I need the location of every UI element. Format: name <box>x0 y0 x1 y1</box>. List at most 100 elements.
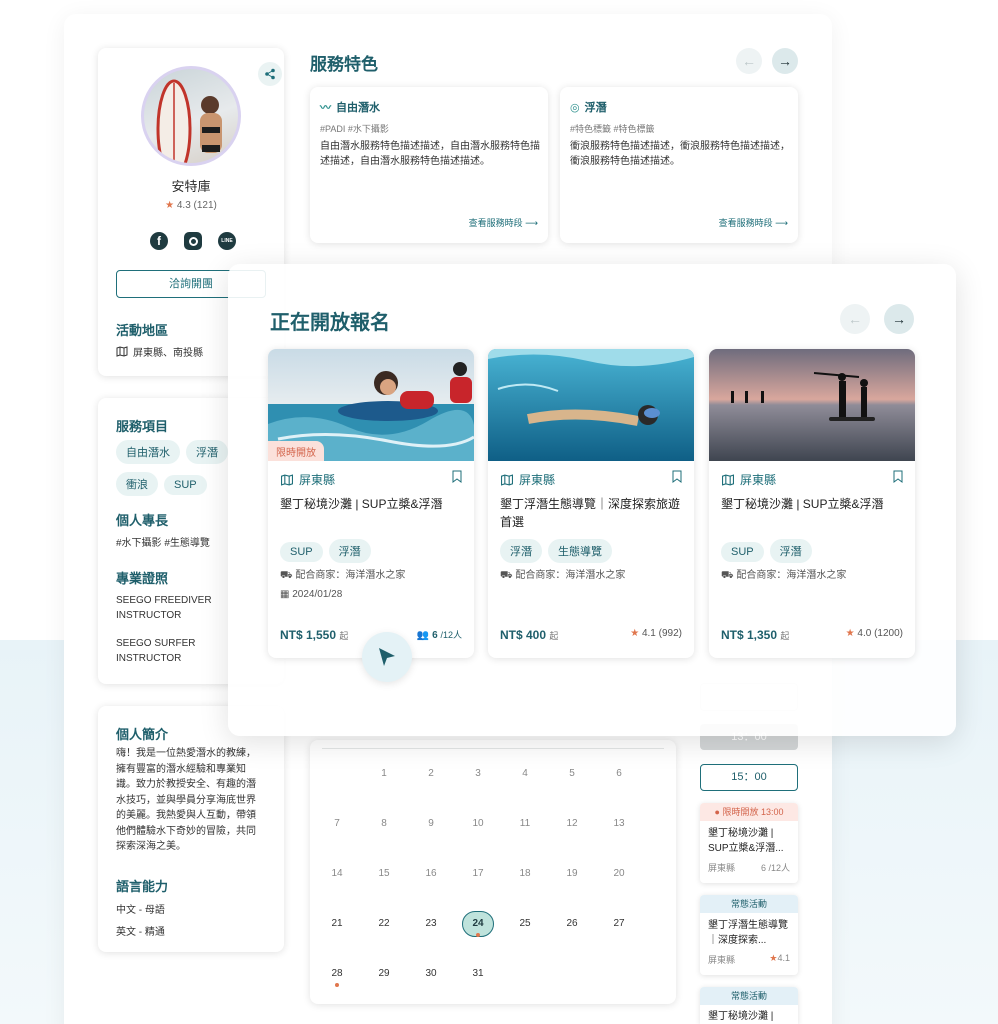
calendar-day[interactable]: 28 <box>322 968 352 979</box>
tour-rating-text: 4.1 (992) <box>641 628 682 639</box>
slot-badge: 常態活動 <box>700 895 798 913</box>
share-button[interactable] <box>258 62 282 86</box>
bookmark-icon[interactable] <box>893 470 903 486</box>
tour-location-text: 屏東縣 <box>519 473 556 487</box>
calendar-day[interactable]: 2 <box>416 768 446 779</box>
calendar-day[interactable]: 20 <box>604 868 634 879</box>
calendar-day[interactable]: 16 <box>416 868 446 879</box>
open-prev-button[interactable]: ← <box>840 304 870 334</box>
calendar-day[interactable]: 18 <box>510 868 540 879</box>
feature-title-text: 自由潛水 <box>336 102 380 114</box>
slot-rating-text: 4.1 <box>777 953 790 963</box>
slot-activity-card[interactable]: ● 限時開放 13:00 墾丁秘境沙灘 | SUP立槳&浮潛... 屏東縣 6 /… <box>700 803 798 883</box>
people-icon: 👥 <box>416 630 430 641</box>
feature-more-link[interactable]: 查看服務時段 ⟶ <box>469 216 538 229</box>
calendar-day[interactable]: 25 <box>510 918 540 929</box>
social-links: f LINE <box>150 232 236 250</box>
calendar-day[interactable]: 9 <box>416 818 446 829</box>
slot-activity-meta: 屏東縣 6 /12人 <box>700 861 798 874</box>
arrow-right-icon: ⟶ <box>775 218 788 228</box>
tour-price: NT$ 1,550 起 <box>280 628 348 642</box>
feature-tags: #PADI #水下攝影 <box>320 124 389 134</box>
calendar-day[interactable]: 14 <box>322 868 352 879</box>
avatar <box>141 66 241 166</box>
facebook-icon[interactable]: f <box>150 232 168 250</box>
slot-activity-card[interactable]: 常態活動 墾丁秘境沙灘 | <box>700 987 798 1024</box>
calendar-day[interactable]: 27 <box>604 918 634 929</box>
tour-chip: 浮潛 <box>769 539 812 563</box>
slot-activity-name: 墾丁秘境沙灘 | SUP立槳&浮潛... <box>708 828 784 854</box>
calendar-day[interactable]: 3 <box>463 768 493 779</box>
service-chip: 衝浪 <box>116 472 158 496</box>
calendar-day[interactable]: 31 <box>463 968 493 979</box>
calendar-day[interactable]: 11 <box>510 818 540 829</box>
tour-date-text: 2024/01/28 <box>292 589 343 600</box>
features-next-button[interactable]: → <box>772 48 798 74</box>
event-dot <box>476 933 480 937</box>
arrow-right-icon: ⟶ <box>525 218 538 228</box>
tour-image <box>709 349 915 461</box>
event-dot <box>335 983 339 987</box>
calendar-day[interactable]: 21 <box>322 918 352 929</box>
feature-more-text: 查看服務時段 <box>718 218 773 228</box>
cert-title: 專業證照 <box>116 571 169 586</box>
star-icon: ★ <box>165 200 175 211</box>
instagram-icon[interactable] <box>184 232 202 250</box>
tour-location: 屏東縣 <box>280 471 335 488</box>
cursor-arrow-icon <box>379 648 395 666</box>
tour-card[interactable]: 限時開放 屏東縣 墾丁秘境沙灘 | SUP立槳&浮潛 SUP 浮潛 ⛟ 配合商家：… <box>268 349 474 658</box>
calendar-day[interactable]: 15 <box>369 868 399 879</box>
time-slot-selected[interactable]: 15：00 <box>700 764 798 791</box>
calendar-day[interactable]: 4 <box>510 768 540 779</box>
calendar-day[interactable]: 30 <box>416 968 446 979</box>
tour-card[interactable]: 屏東縣 墾丁浮潛生態導覽｜深度探索旅遊首選 浮潛 生態導覽 ⛟ 配合商家：海洋潛水… <box>488 349 694 658</box>
slot-location: 屏東縣 <box>708 955 736 965</box>
tour-partner: ⛟ 配合商家：海洋潛水之家 <box>280 566 405 583</box>
cert-item: SEEGO SURFER INSTRUCTOR <box>116 638 196 664</box>
tour-price: NT$ 400 起 <box>500 628 558 642</box>
calendar-day[interactable]: 12 <box>557 818 587 829</box>
open-title: 正在開放報名 <box>270 310 390 334</box>
calendar-day[interactable]: 1 <box>369 768 399 779</box>
line-icon[interactable]: LINE <box>218 232 236 250</box>
service-chip: 自由潛水 <box>116 440 180 464</box>
slot-capacity: 6 /12人 <box>760 863 790 873</box>
calendar-day[interactable]: 23 <box>416 918 446 929</box>
tour-price-value: NT$ 1,550 <box>280 628 337 642</box>
tour-chip: 浮潛 <box>328 539 371 563</box>
truck-icon: ⛟ <box>500 570 513 581</box>
region-value: 屏東縣、南投縣 <box>116 344 203 359</box>
map-icon <box>722 473 734 486</box>
language-title: 語言能力 <box>116 879 169 894</box>
calendar-day[interactable]: 8 <box>369 818 399 829</box>
bookmark-icon[interactable] <box>452 470 462 486</box>
calendar-day[interactable]: 10 <box>463 818 493 829</box>
calendar-day[interactable]: 29 <box>369 968 399 979</box>
calendar-day[interactable]: 19 <box>557 868 587 879</box>
tour-rating: ★ 4.0 (1200) <box>846 628 903 639</box>
star-icon: ★ <box>630 628 640 639</box>
calendar-day[interactable]: 6 <box>604 768 634 779</box>
features-prev-button[interactable]: ← <box>736 48 762 74</box>
calendar-day[interactable]: 13 <box>604 818 634 829</box>
calendar-day[interactable]: 26 <box>557 918 587 929</box>
feature-more-link[interactable]: 查看服務時段 ⟶ <box>719 216 788 229</box>
slot-activity-card[interactable]: 常態活動 墾丁浮潛生態導覽｜深度探索... 屏東縣 ★4.1 <box>700 895 798 975</box>
calendar: 1 2 3 4 5 6 7 8 9 10 11 12 13 14 15 16 17 18 19 20 21 22 23 24 2… <box>310 740 676 1004</box>
calendar-day[interactable]: 7 <box>322 818 352 829</box>
calendar-day[interactable]: 17 <box>463 868 493 879</box>
map-icon <box>116 346 128 357</box>
tour-chip: SUP <box>280 542 323 562</box>
map-icon <box>281 473 293 486</box>
bookmark-icon[interactable] <box>672 470 682 486</box>
tour-card[interactable]: 屏東縣 墾丁秘境沙灘 | SUP立槳&浮潛 SUP 浮潛 ⛟ 配合商家：海洋潛水之… <box>709 349 915 658</box>
calendar-day[interactable]: 22 <box>369 918 399 929</box>
coach-name: 安特庫 <box>171 179 211 194</box>
tour-price-value: NT$ 400 <box>500 628 547 642</box>
tour-rating: ★ 4.1 (992) <box>630 628 682 639</box>
language-item: 英文 - 精通 <box>116 927 165 938</box>
tour-partner-text: 配合商家：海洋潛水之家 <box>736 570 847 581</box>
calendar-day[interactable]: 5 <box>557 768 587 779</box>
open-next-button[interactable]: → <box>884 304 914 334</box>
features-title: 服務特色 <box>310 55 378 75</box>
